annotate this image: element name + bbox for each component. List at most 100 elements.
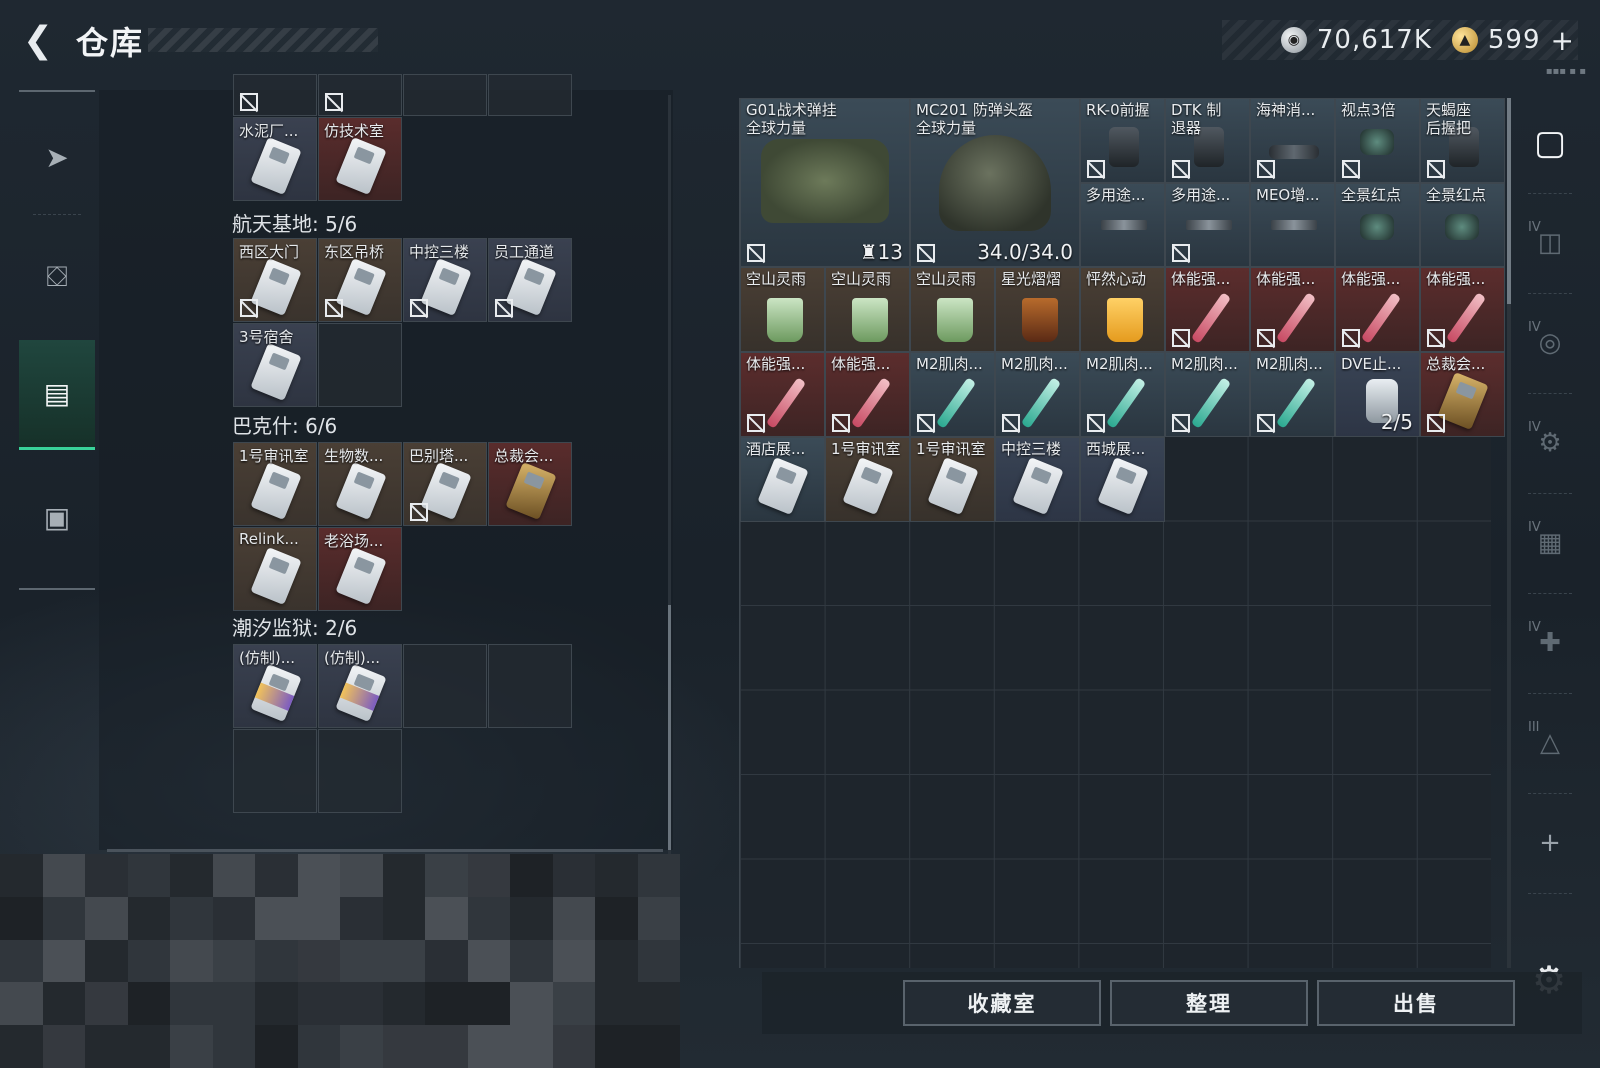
stash-item[interactable]: 西城展...	[1080, 437, 1165, 522]
tool-weapon-case[interactable]: IV ◫	[1518, 198, 1582, 288]
nav-toolbox[interactable]: ▣	[19, 462, 95, 572]
tool-triangle-case[interactable]: III △	[1518, 698, 1582, 788]
mosaic-block	[595, 896, 638, 940]
triangle-case-icon: △	[1540, 728, 1560, 758]
case-sidebar: ▢ IV ◫ IV ◎ IV ⚙ IV ▦ IV ✚ III △ +	[1518, 98, 1582, 918]
stash-item[interactable]: M2肌肉...	[910, 352, 995, 437]
stash-item[interactable]: 体能强...	[740, 352, 825, 437]
stash-item[interactable]: 中控三楼	[995, 437, 1080, 522]
section-title: 潮汐监狱: 2/6	[232, 616, 358, 640]
stash-item-helmet[interactable]: MC201 防弹头盔 全球力量 34.0/34.0	[910, 98, 1080, 267]
stash-item[interactable]: 体能强...	[1165, 267, 1250, 352]
stash-item[interactable]: 酒店展...	[740, 437, 825, 522]
card-slot[interactable]: 中控三楼	[403, 238, 487, 322]
collection-room-button[interactable]: 收藏室	[903, 980, 1101, 1026]
tool-medkit-case[interactable]: IV ✚	[1518, 598, 1582, 688]
mosaic-block	[340, 896, 383, 940]
stash-item[interactable]: M2肌肉...	[1250, 352, 1335, 437]
back-button[interactable]: ❮	[18, 20, 58, 61]
empty-card-slot[interactable]	[403, 644, 487, 728]
stash-item[interactable]: M2肌肉...	[1165, 352, 1250, 437]
card-slot[interactable]: 3号宿舍	[233, 323, 317, 407]
stash-item[interactable]: 空山灵雨	[825, 267, 910, 352]
stash-item[interactable]: 多用途...	[1165, 183, 1250, 267]
stash-item[interactable]: 海神消...	[1250, 98, 1335, 183]
tier-label: III	[1528, 720, 1540, 735]
item-label: 海神消...	[1256, 101, 1316, 119]
stash-item[interactable]: 全景红点	[1420, 183, 1505, 267]
nav-weapons[interactable]: ➤	[19, 102, 95, 212]
stash-item[interactable]: 1号审讯室	[825, 437, 910, 522]
mosaic-block	[552, 982, 595, 1026]
stash-item[interactable]: M2肌肉...	[995, 352, 1080, 437]
lock-icon	[410, 299, 428, 317]
tool-add-case[interactable]: +	[1518, 798, 1582, 888]
card-slot[interactable]	[233, 74, 317, 116]
card-slot[interactable]: 水泥厂...	[233, 117, 317, 201]
keycard-hscrollbar[interactable]	[107, 849, 663, 852]
stash-item[interactable]: 空山灵雨	[910, 267, 995, 352]
stash-item[interactable]: M2肌肉...	[1080, 352, 1165, 437]
nav-armor[interactable]: ⛋	[19, 222, 95, 332]
card-slot[interactable]: Relink...	[233, 527, 317, 611]
stash-item[interactable]: 视点3倍	[1335, 98, 1420, 183]
add-currency-button[interactable]: +	[1551, 24, 1574, 57]
stash-item[interactable]: 怦然心动	[1080, 267, 1165, 352]
sell-button[interactable]: 出售	[1317, 980, 1515, 1026]
lock-icon	[832, 414, 850, 432]
card-slot[interactable]: 巴别塔...	[403, 442, 487, 526]
tool-camera-case[interactable]: IV ◎	[1518, 298, 1582, 388]
card-slot[interactable]: 西区大门	[233, 238, 317, 322]
stash-item[interactable]: MEO增...	[1250, 183, 1335, 267]
mosaic-block	[510, 1025, 553, 1068]
tool-gear-case[interactable]: IV ⚙	[1518, 398, 1582, 488]
stash-item[interactable]: 体能强...	[1250, 267, 1335, 352]
stash-item[interactable]: 星光熠熠	[995, 267, 1080, 352]
stash-item[interactable]: 1号审讯室	[910, 437, 995, 522]
stash-item[interactable]: 天蝎座 后握把	[1420, 98, 1505, 183]
stash-scrollbar-thumb[interactable]	[1507, 98, 1511, 304]
mosaic-block	[510, 982, 553, 1026]
add-icon: +	[1539, 828, 1561, 858]
stash-item[interactable]: 总裁会...	[1420, 352, 1505, 437]
card-slot[interactable]: 总裁会...	[488, 442, 572, 526]
stash-item[interactable]: DVE止... 2/5	[1335, 352, 1420, 437]
tool-file-case[interactable]: IV ▦	[1518, 498, 1582, 588]
card-slot[interactable]: (仿制)...	[318, 644, 402, 728]
card-slot[interactable]	[488, 74, 572, 116]
stash-item[interactable]: DTK 制退器	[1165, 98, 1250, 183]
mosaic-block	[425, 1025, 468, 1068]
mosaic-block	[0, 1025, 43, 1068]
drink-icon	[1022, 298, 1058, 342]
empty-card-slot[interactable]	[318, 323, 402, 407]
card-slot[interactable]: 仿技术室	[318, 117, 402, 201]
stash-item[interactable]: 体能强...	[825, 352, 910, 437]
mosaic-block	[170, 982, 213, 1026]
stash-item[interactable]: 体能强...	[1335, 267, 1420, 352]
stash-item[interactable]: 多用途...	[1080, 183, 1165, 267]
item-label: G01战术弹挂 全球力量	[746, 101, 837, 137]
keycard-scrollbar-thumb[interactable]	[668, 605, 671, 850]
tool-vault[interactable]: ▢	[1518, 98, 1582, 188]
stash-item[interactable]: 空山灵雨	[740, 267, 825, 352]
card-slot[interactable]	[403, 74, 487, 116]
empty-card-slot[interactable]	[318, 729, 402, 813]
empty-card-slot[interactable]	[488, 644, 572, 728]
lock-icon	[747, 414, 765, 432]
nav-keycards[interactable]: ▤	[19, 340, 95, 450]
stash-item-chest-rig[interactable]: G01战术弹挂 全球力量 ♜13	[740, 98, 910, 267]
card-slot[interactable]: 1号审讯室	[233, 442, 317, 526]
card-slot[interactable]: 老浴场...	[318, 527, 402, 611]
left-nav: ➤ ⛋ ▤ ▣	[19, 90, 95, 590]
empty-card-slot[interactable]	[233, 729, 317, 813]
card-slot[interactable]: 员工通道	[488, 238, 572, 322]
card-slot[interactable]: 生物数...	[318, 442, 402, 526]
sort-button[interactable]: 整理	[1110, 980, 1308, 1026]
stash-item[interactable]: 全景红点	[1335, 183, 1420, 267]
stash-item[interactable]: RK-0前握	[1080, 98, 1165, 183]
stash-item[interactable]: 体能强...	[1420, 267, 1505, 352]
card-slot[interactable]	[318, 74, 402, 116]
card-slot[interactable]: 东区吊桥	[318, 238, 402, 322]
card-slot[interactable]: (仿制)...	[233, 644, 317, 728]
weapon-case-icon: ◫	[1537, 228, 1563, 258]
